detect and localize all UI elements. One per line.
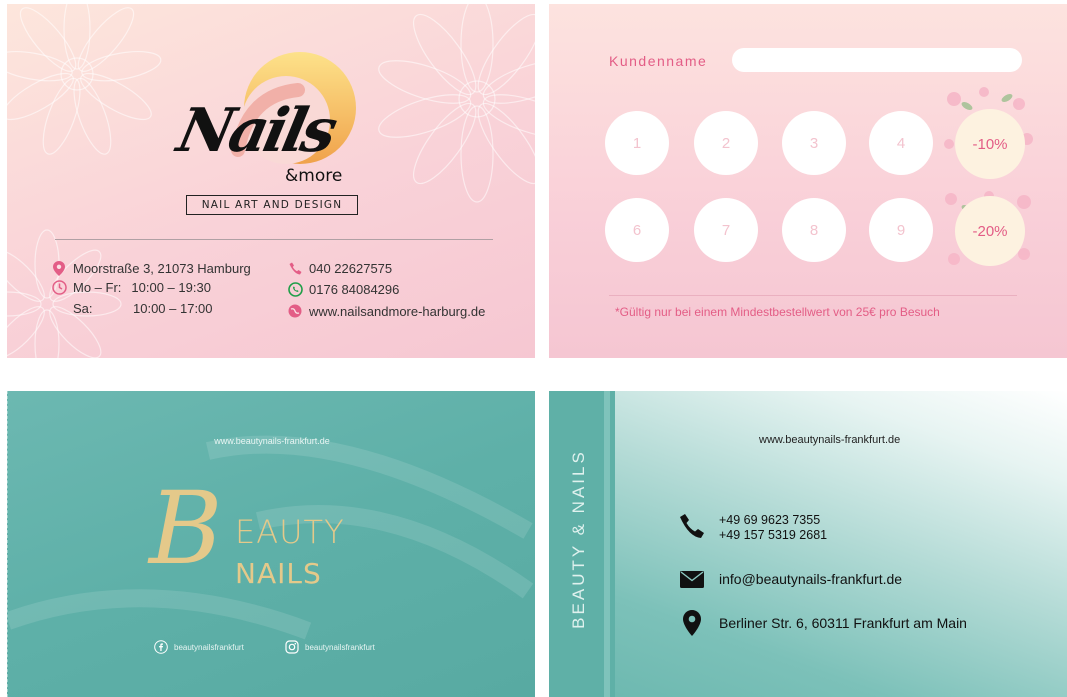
validity-note: *Gültig nur bei einem Mindestbestellwert… [615,305,940,319]
clock-icon [51,279,67,295]
email-row: info@beautynails-frankfurt.de [679,566,902,592]
logo-b-letter: B [149,470,223,587]
facebook-handle: beautynailsfrankfurt [154,640,244,654]
website-text: www.beautynails-frankfurt.de [214,436,330,446]
phone-line: 040 22627575 [287,260,392,276]
phone-icon [679,513,705,539]
hours-weekday-line: Mo – Fr: 10:00 – 19:30 [51,279,211,295]
hours-saturday-line: Sa: 10:00 – 17:00 [73,301,213,316]
stamp-circle: 9 [869,198,933,262]
hours-saturday-label: Sa: [73,301,93,316]
customer-name-field[interactable] [732,48,1022,72]
globe-icon [287,303,303,319]
whatsapp-text: 0176 84084296 [309,281,400,297]
whatsapp-line: 0176 84084296 [287,281,399,297]
phone-text: 040 22627575 [309,260,393,276]
facebook-icon [154,640,168,654]
tagline: NAIL ART AND DESIGN [186,195,358,215]
email-text: info@beautynails-frankfurt.de [719,571,903,587]
stamp-circle: 8 [782,198,846,262]
phone-row: +49 69 9623 7355 +49 157 5319 2681 [679,513,827,543]
bonus-20-circle: -20% [955,196,1025,266]
beauty-nails-back-card: BEAUTY & NAILS www.beautynails-frankfurt… [549,391,1067,697]
hours-weekday-value: 10:00 – 19:30 [131,279,211,295]
divider [55,239,493,240]
website-text: www.beautynails-frankfurt.de [759,434,901,446]
stamp-circle: 2 [694,111,758,175]
logo-nails-text: NAILS [235,557,322,590]
website-line: www.nailsandmore-harburg.de [287,303,485,319]
stamp-circle: 7 [694,198,758,262]
location-pin-icon [51,260,67,276]
whatsapp-icon [287,281,303,297]
side-stripe [604,391,610,697]
address-text: Berliner Str. 6, 60311 Frankfurt am Main [719,615,967,631]
envelope-icon [679,566,705,592]
stamp-circle: 6 [605,198,669,262]
phone-2-text: +49 157 5319 2681 [719,528,828,542]
stamp-card: Kundenname 1 2 3 4 6 7 8 9 -10% -20% *Gü… [549,4,1067,358]
phone-icon [287,260,303,276]
instagram-icon [285,640,299,654]
phone-numbers: +49 69 9623 7355 +49 157 5319 2681 [719,513,827,543]
stamp-circle: 4 [869,111,933,175]
phone-1-text: +49 69 9623 7355 [719,513,821,527]
bonus-10-circle: -10% [955,109,1025,179]
stamp-circle: 1 [605,111,669,175]
beauty-nails-front-card: www.beautynails-frankfurt.de B EAUTY NAI… [7,391,535,697]
logo-more-text: &more [285,166,343,186]
instagram-handle: beautynailsfrankfurt [285,640,375,654]
stamp-circle: 3 [782,111,846,175]
nails-and-more-front-card: Nails &more NAIL ART AND DESIGN Moorstra… [7,4,535,358]
address-text: Moorstraße 3, 21073 Hamburg [73,260,251,276]
location-pin-icon [679,610,705,636]
hours-weekday-label: Mo – Fr: [73,279,122,295]
logo-script-text: Nails [171,96,340,166]
hours-saturday-value: 10:00 – 17:00 [133,301,213,316]
customer-name-label: Kundenname [609,53,708,69]
instagram-text: beautynailsfrankfurt [305,642,375,652]
logo-eauty-text: EAUTY [235,513,345,551]
address-line: Moorstraße 3, 21073 Hamburg [51,260,251,276]
side-vertical-text: BEAUTY & NAILS [569,449,588,629]
divider [609,295,1017,296]
website-text: www.nailsandmore-harburg.de [309,303,486,319]
facebook-text: beautynailsfrankfurt [174,642,244,652]
address-row: Berliner Str. 6, 60311 Frankfurt am Main [679,610,967,636]
